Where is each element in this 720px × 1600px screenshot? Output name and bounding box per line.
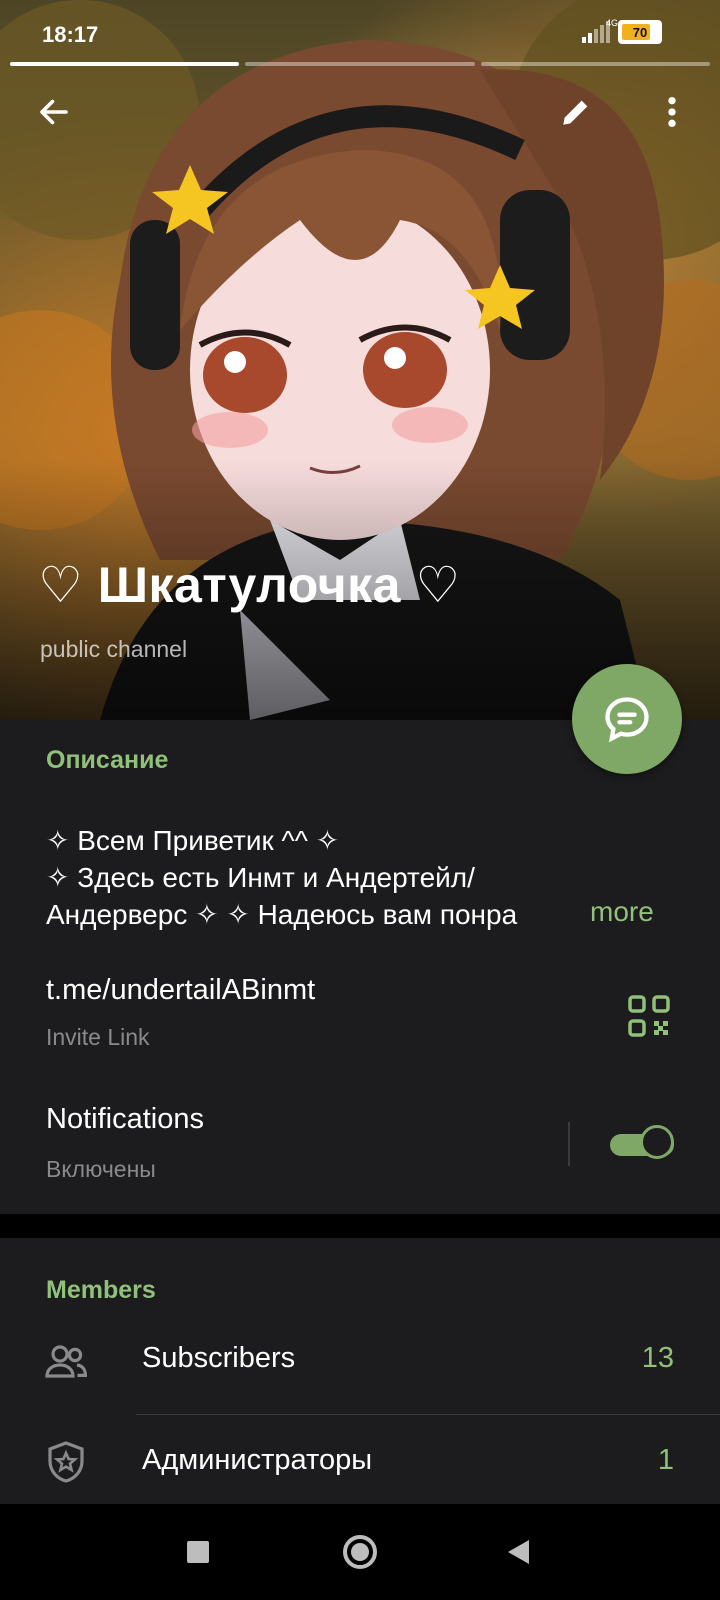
battery-level: 70 xyxy=(632,24,648,40)
back-button[interactable] xyxy=(26,84,82,140)
signal-icon xyxy=(582,21,610,43)
description-line: ✧ Всем Приветик ^^ ✧ xyxy=(46,825,340,856)
recents-button[interactable] xyxy=(178,1532,218,1572)
channel-title: ♡ Шкатулочка ♡ xyxy=(38,557,461,613)
status-bar: 18:17 4G 70 xyxy=(0,0,720,66)
description-line: ✧ Здесь есть Инмт и Андертейл/ xyxy=(46,862,475,893)
list-item-subscribers[interactable]: Subscribers 13 xyxy=(0,1312,720,1412)
invite-link[interactable]: t.me/undertailABinmt xyxy=(46,974,315,1007)
story-progress-bars xyxy=(10,62,710,66)
square-icon xyxy=(187,1541,209,1563)
story-progress-segment xyxy=(10,62,240,66)
notifications-label: Notifications xyxy=(46,1103,204,1135)
pencil-icon xyxy=(563,100,588,125)
chat-bubble-icon xyxy=(605,697,649,743)
edit-button[interactable] xyxy=(548,84,604,140)
story-progress-segment xyxy=(245,62,475,66)
back-nav-button[interactable] xyxy=(498,1532,538,1572)
description-more-link[interactable]: more xyxy=(560,896,654,928)
subscribers-count: 13 xyxy=(641,1342,674,1374)
home-button[interactable] xyxy=(340,1532,380,1572)
admin-shield-icon xyxy=(48,1441,84,1483)
list-item-administrators[interactable]: Администраторы 1 xyxy=(0,1414,720,1514)
channel-info-card: Описание ✧ Всем Приветик ^^ ✧ ✧ Здесь ес… xyxy=(0,720,720,1214)
discussion-button[interactable] xyxy=(572,664,682,774)
qr-code-icon[interactable] xyxy=(628,995,670,1037)
story-progress-segment xyxy=(480,62,710,66)
invite-link-label: Invite Link xyxy=(46,1024,150,1050)
more-options-button[interactable] xyxy=(644,84,700,140)
triangle-back-icon xyxy=(508,1540,529,1564)
notifications-status: Включены xyxy=(46,1156,156,1182)
more-vertical-icon xyxy=(668,96,676,128)
notifications-toggle[interactable] xyxy=(610,1125,676,1163)
status-time: 18:17 xyxy=(42,22,99,47)
arrow-left-icon xyxy=(40,99,68,125)
battery-icon: 70 xyxy=(618,20,662,44)
description-heading: Описание xyxy=(46,746,169,774)
circle-icon xyxy=(343,1535,377,1569)
divider xyxy=(568,1122,570,1166)
members-heading: Members xyxy=(46,1276,156,1304)
subscribers-label: Subscribers xyxy=(142,1342,296,1374)
channel-subtitle: public channel xyxy=(40,636,188,662)
members-card: Members Subscribers 13 Администраторы 1 xyxy=(0,1238,720,1504)
administrators-label: Администраторы xyxy=(142,1444,373,1476)
administrators-count: 1 xyxy=(657,1444,674,1476)
system-navigation-bar xyxy=(0,1504,720,1600)
people-icon xyxy=(45,1345,88,1378)
